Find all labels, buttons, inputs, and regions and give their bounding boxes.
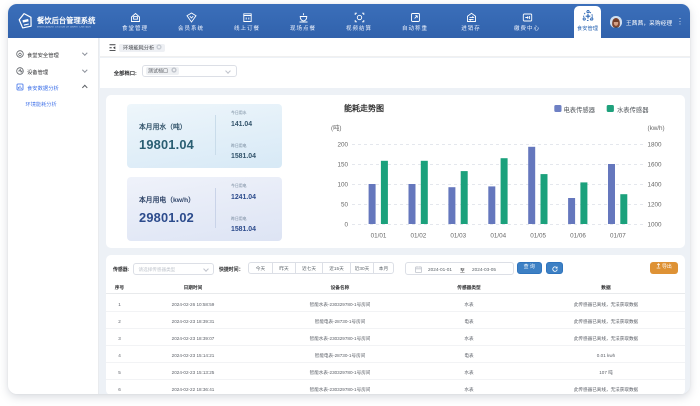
svg-text:01/05: 01/05 <box>530 233 546 240</box>
svg-text:1600: 1600 <box>648 162 663 169</box>
svg-text:150: 150 <box>337 162 348 169</box>
svg-text:50: 50 <box>341 202 349 209</box>
svg-text:100: 100 <box>337 182 348 189</box>
svg-text:1800: 1800 <box>648 142 663 149</box>
svg-text:(吨): (吨) <box>331 123 342 132</box>
svg-text:(kw/h): (kw/h) <box>648 125 665 132</box>
svg-text:1400: 1400 <box>648 182 663 189</box>
svg-text:01/01: 01/01 <box>371 233 387 240</box>
svg-text:01/02: 01/02 <box>411 233 427 240</box>
svg-text:01/03: 01/03 <box>450 233 466 240</box>
svg-text:200: 200 <box>337 142 348 149</box>
svg-text:1000: 1000 <box>648 222 663 229</box>
svg-text:能耗走势图: 能耗走势图 <box>344 103 384 113</box>
svg-text:电表传感器: 电表传感器 <box>564 105 596 114</box>
svg-text:0: 0 <box>344 222 348 229</box>
svg-text:01/06: 01/06 <box>570 233 586 240</box>
svg-text:01/07: 01/07 <box>610 233 626 240</box>
svg-text:01/04: 01/04 <box>490 233 506 240</box>
svg-text:1200: 1200 <box>648 202 663 209</box>
svg-text:水表传感器: 水表传感器 <box>617 105 649 114</box>
